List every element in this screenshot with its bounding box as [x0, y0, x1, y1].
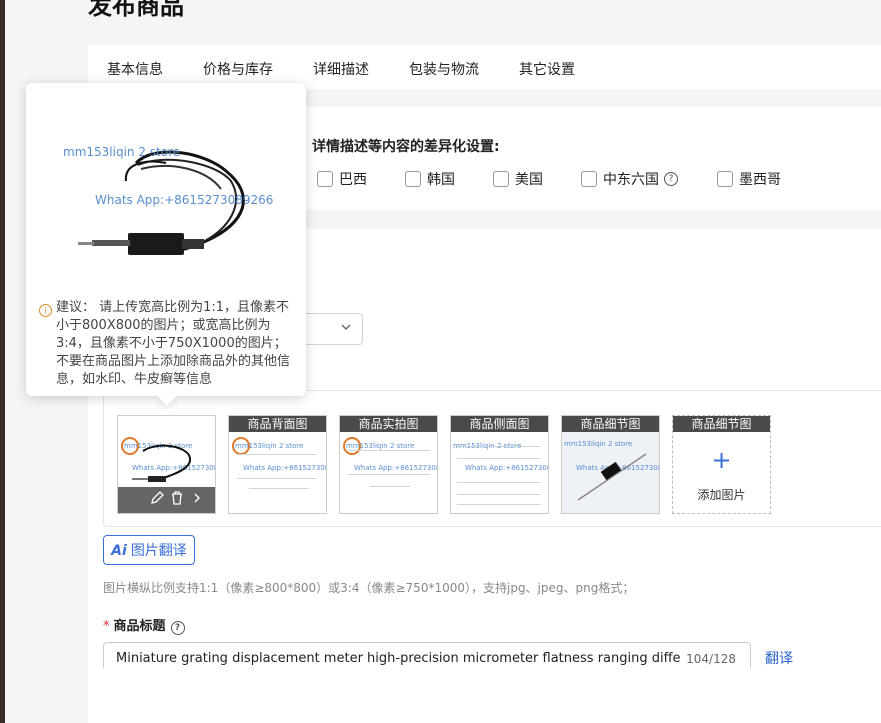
- image-translate-label: 图片翻译: [130, 543, 187, 559]
- image-slot-caption: 商品细节图: [562, 416, 659, 432]
- region-option-korea[interactable]: 韩国: [405, 169, 455, 189]
- info-icon: i: [39, 304, 52, 317]
- region-option-middle-east[interactable]: 中东六国 ?: [581, 169, 678, 189]
- image-format-hint: 图片横纵比例支持1:1（像素≥800*800）或3:4（像素≥750*1000）…: [103, 581, 635, 595]
- drawing-line: [457, 482, 541, 483]
- edit-icon[interactable]: [150, 491, 164, 509]
- image-translate-button[interactable]: Ai 图片翻译: [103, 535, 195, 565]
- checkbox[interactable]: [717, 171, 733, 187]
- ai-icon: Ai: [111, 543, 127, 559]
- region-option-label: 韩国: [427, 172, 455, 188]
- region-option-label: 墨西哥: [739, 172, 781, 188]
- checkbox[interactable]: [317, 171, 333, 187]
- help-icon[interactable]: ?: [664, 172, 678, 186]
- product-title-label: * 商品标题?: [103, 615, 185, 635]
- image-slot-real-shot[interactable]: 商品实拍图 mm153liqin 2 store Whats App:+8615…: [339, 415, 438, 514]
- image-slot-caption: 商品背面图: [229, 416, 326, 432]
- product-title-label-text: 商品标题: [113, 619, 166, 634]
- drawing-line: [457, 446, 541, 447]
- page-footer-area: [88, 668, 881, 723]
- image-preview-popover: mm153liqin 2 store Whats App:+8615273089…: [26, 83, 306, 406]
- image-advice-text: 建议： 请上传宽高比例为1:1，且像素不小于800X800的图片；或宽高比例为3…: [56, 300, 291, 387]
- image-watermark: mm153liqin 2 store: [235, 442, 304, 450]
- add-image-label: 添加图片: [697, 488, 746, 502]
- image-slot-back[interactable]: 商品背面图 mm153liqin 2 store Whats App:+8615…: [228, 415, 327, 514]
- region-option-label: 美国: [515, 172, 543, 188]
- checkbox[interactable]: [405, 171, 421, 187]
- tab-other-settings[interactable]: 其它设置: [519, 59, 575, 79]
- image-slot-detail[interactable]: 商品细节图 mm153liqin 2 store Whats App:+8615…: [561, 415, 660, 514]
- drawing-line: [348, 450, 430, 451]
- image-slot-caption: 商品实拍图: [340, 416, 437, 432]
- help-icon[interactable]: ?: [170, 621, 185, 635]
- tab-basic-info[interactable]: 基本信息: [107, 59, 163, 79]
- region-option-usa[interactable]: 美国: [493, 169, 543, 189]
- drawing-line: [249, 488, 309, 489]
- plus-icon: +: [711, 446, 732, 474]
- region-settings-heading: 详情描述等内容的差异化设置:: [312, 139, 500, 155]
- required-mark: *: [103, 619, 110, 634]
- trash-icon[interactable]: [170, 491, 184, 509]
- region-option-brazil[interactable]: 巴西: [317, 169, 367, 189]
- cable-sensor-image: [132, 444, 192, 482]
- image-watermark: Whats App:+8615273089266: [354, 464, 437, 472]
- sensor-closeup-image: [577, 453, 647, 501]
- checkbox[interactable]: [493, 171, 509, 187]
- region-option-label: 巴西: [339, 172, 367, 188]
- character-count: 104/128: [686, 652, 736, 666]
- tab-package-logistics[interactable]: 包装与物流: [409, 59, 479, 79]
- drawing-line: [457, 494, 541, 495]
- drawing-line: [348, 474, 430, 475]
- product-title-value: Miniature grating displacement meter hig…: [116, 651, 681, 666]
- tab-detail-description[interactable]: 详细描述: [313, 59, 369, 79]
- image-slot-caption: 商品侧面图: [451, 416, 548, 432]
- drawing-line: [237, 478, 317, 479]
- add-image-button[interactable]: 商品细节图 + 添加图片: [672, 415, 771, 514]
- image-watermark: Whats App:+8615273089266: [465, 464, 548, 472]
- translate-link[interactable]: 翻译: [765, 648, 793, 668]
- drawing-line: [457, 458, 541, 459]
- image-watermark: Whats App:+8615273089266: [95, 193, 274, 207]
- drawing-line: [237, 454, 317, 455]
- page-title: 发布商品: [88, 0, 184, 20]
- checkbox[interactable]: [581, 171, 597, 187]
- image-watermark: mm153liqin 2 store: [63, 145, 181, 159]
- chevron-down-icon: [340, 321, 352, 336]
- region-option-mexico[interactable]: 墨西哥: [717, 169, 781, 189]
- image-slot-main[interactable]: mm153liqin 2 store Whats App:+8615273089…: [117, 415, 216, 514]
- image-slot-side[interactable]: 商品侧面图 mm153liqin 2 store Whats App:+8615…: [450, 415, 549, 514]
- image-slot-caption: 商品细节图: [673, 416, 770, 432]
- drawing-line: [370, 486, 410, 487]
- drawing-line: [457, 504, 541, 505]
- chevron-right-icon[interactable]: [192, 491, 202, 509]
- product-image-gallery: mm153liqin 2 store Whats App:+8615273089…: [103, 390, 881, 527]
- tab-price-stock[interactable]: 价格与库存: [203, 59, 273, 79]
- region-option-label: 中东六国: [603, 172, 659, 188]
- image-watermark: mm153liqin 2 store: [346, 442, 415, 450]
- window-edge: [0, 0, 5, 723]
- image-watermark: Whats App:+8615273089266: [243, 464, 326, 472]
